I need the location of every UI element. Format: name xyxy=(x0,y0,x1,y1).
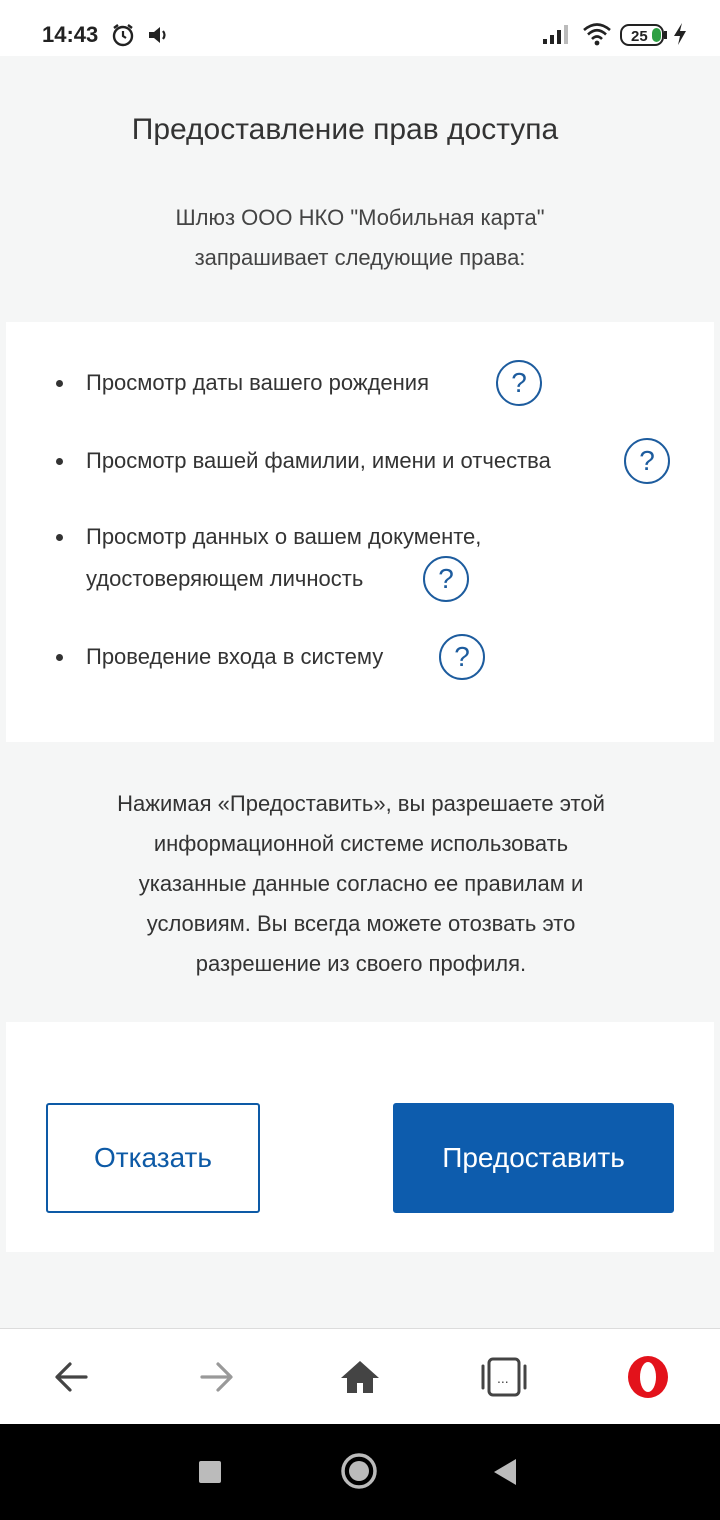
notice-line: информационной системе использовать xyxy=(153,831,569,856)
wifi-icon xyxy=(582,22,612,51)
notice-line: условиям. Вы всегда можете отозвать это xyxy=(146,911,576,936)
help-question-icon[interactable]: ? xyxy=(624,438,670,484)
forward-arrow-icon[interactable] xyxy=(192,1353,240,1401)
tabs-icon[interactable]: ... xyxy=(480,1353,528,1401)
alarm-icon xyxy=(110,22,136,53)
home-circle-icon[interactable] xyxy=(340,1452,378,1495)
help-question-icon[interactable]: ? xyxy=(423,556,469,602)
status-time: 14:43 xyxy=(42,22,99,47)
svg-text:25: 25 xyxy=(631,28,648,45)
opera-icon[interactable] xyxy=(624,1353,672,1401)
help-question-icon[interactable]: ? xyxy=(496,360,542,406)
android-navigation-bar xyxy=(0,1424,720,1520)
bullet xyxy=(56,380,63,387)
permission-label: Проведение входа в систему xyxy=(86,644,384,669)
permission-label: Просмотр даты вашего рождения xyxy=(86,370,429,395)
bullet xyxy=(56,534,63,541)
subtitle-line: Шлюз ООО НКО "Мобильная карта" xyxy=(175,205,545,230)
notice-line: указанные данные согласно ее правилам и xyxy=(138,871,584,896)
signal-icon xyxy=(542,22,572,51)
permission-item-id-document: Просмотр данных о вашем документе, удост… xyxy=(6,516,714,602)
svg-text:...: ... xyxy=(497,1370,509,1386)
consent-header: Предоставление прав доступа Шлюз ООО НКО… xyxy=(0,56,720,318)
status-bar: 14:43 25 xyxy=(0,0,720,56)
recents-icon[interactable] xyxy=(198,1460,222,1489)
grant-button[interactable]: Предоставить xyxy=(393,1103,674,1213)
consent-notice: Нажимая «Предоставить», вы разрешаете эт… xyxy=(6,742,714,1022)
charging-icon xyxy=(672,22,688,51)
page-title: Предоставление прав доступа xyxy=(131,113,559,146)
bullet xyxy=(56,654,63,661)
notice-line: разрешение из своего профиля. xyxy=(195,951,527,976)
permission-label: Просмотр данных о вашем документе, xyxy=(86,524,482,549)
permission-item-login: Проведение входа в систему ? xyxy=(6,634,714,680)
permissions-card: Просмотр даты вашего рождения ? Просмотр… xyxy=(6,322,714,1252)
bullet xyxy=(56,458,63,465)
permission-label: удостоверяющем личность xyxy=(86,566,364,591)
subtitle-line: запрашивает следующие права: xyxy=(194,245,526,270)
permission-item-fullname: Просмотр вашей фамилии, имени и отчества… xyxy=(6,438,714,484)
requester-description: Шлюз ООО НКО "Мобильная карта" запрашива… xyxy=(0,198,720,278)
notice-line: Нажимая «Предоставить», вы разрешаете эт… xyxy=(117,791,605,816)
home-icon[interactable] xyxy=(336,1353,384,1401)
permission-item-birthdate: Просмотр даты вашего рождения ? xyxy=(6,360,714,406)
deny-button[interactable]: Отказать xyxy=(46,1103,260,1213)
back-arrow-icon[interactable] xyxy=(48,1353,96,1401)
back-triangle-icon[interactable] xyxy=(492,1458,518,1491)
volume-icon xyxy=(146,22,172,53)
battery-icon: 25 xyxy=(620,23,668,52)
notice-text: Нажимая «Предоставить», вы разрешаете эт… xyxy=(76,784,646,984)
browser-toolbar: ... xyxy=(0,1328,720,1424)
help-question-icon[interactable]: ? xyxy=(439,634,485,680)
permission-label: Просмотр вашей фамилии, имени и отчества xyxy=(86,448,551,473)
